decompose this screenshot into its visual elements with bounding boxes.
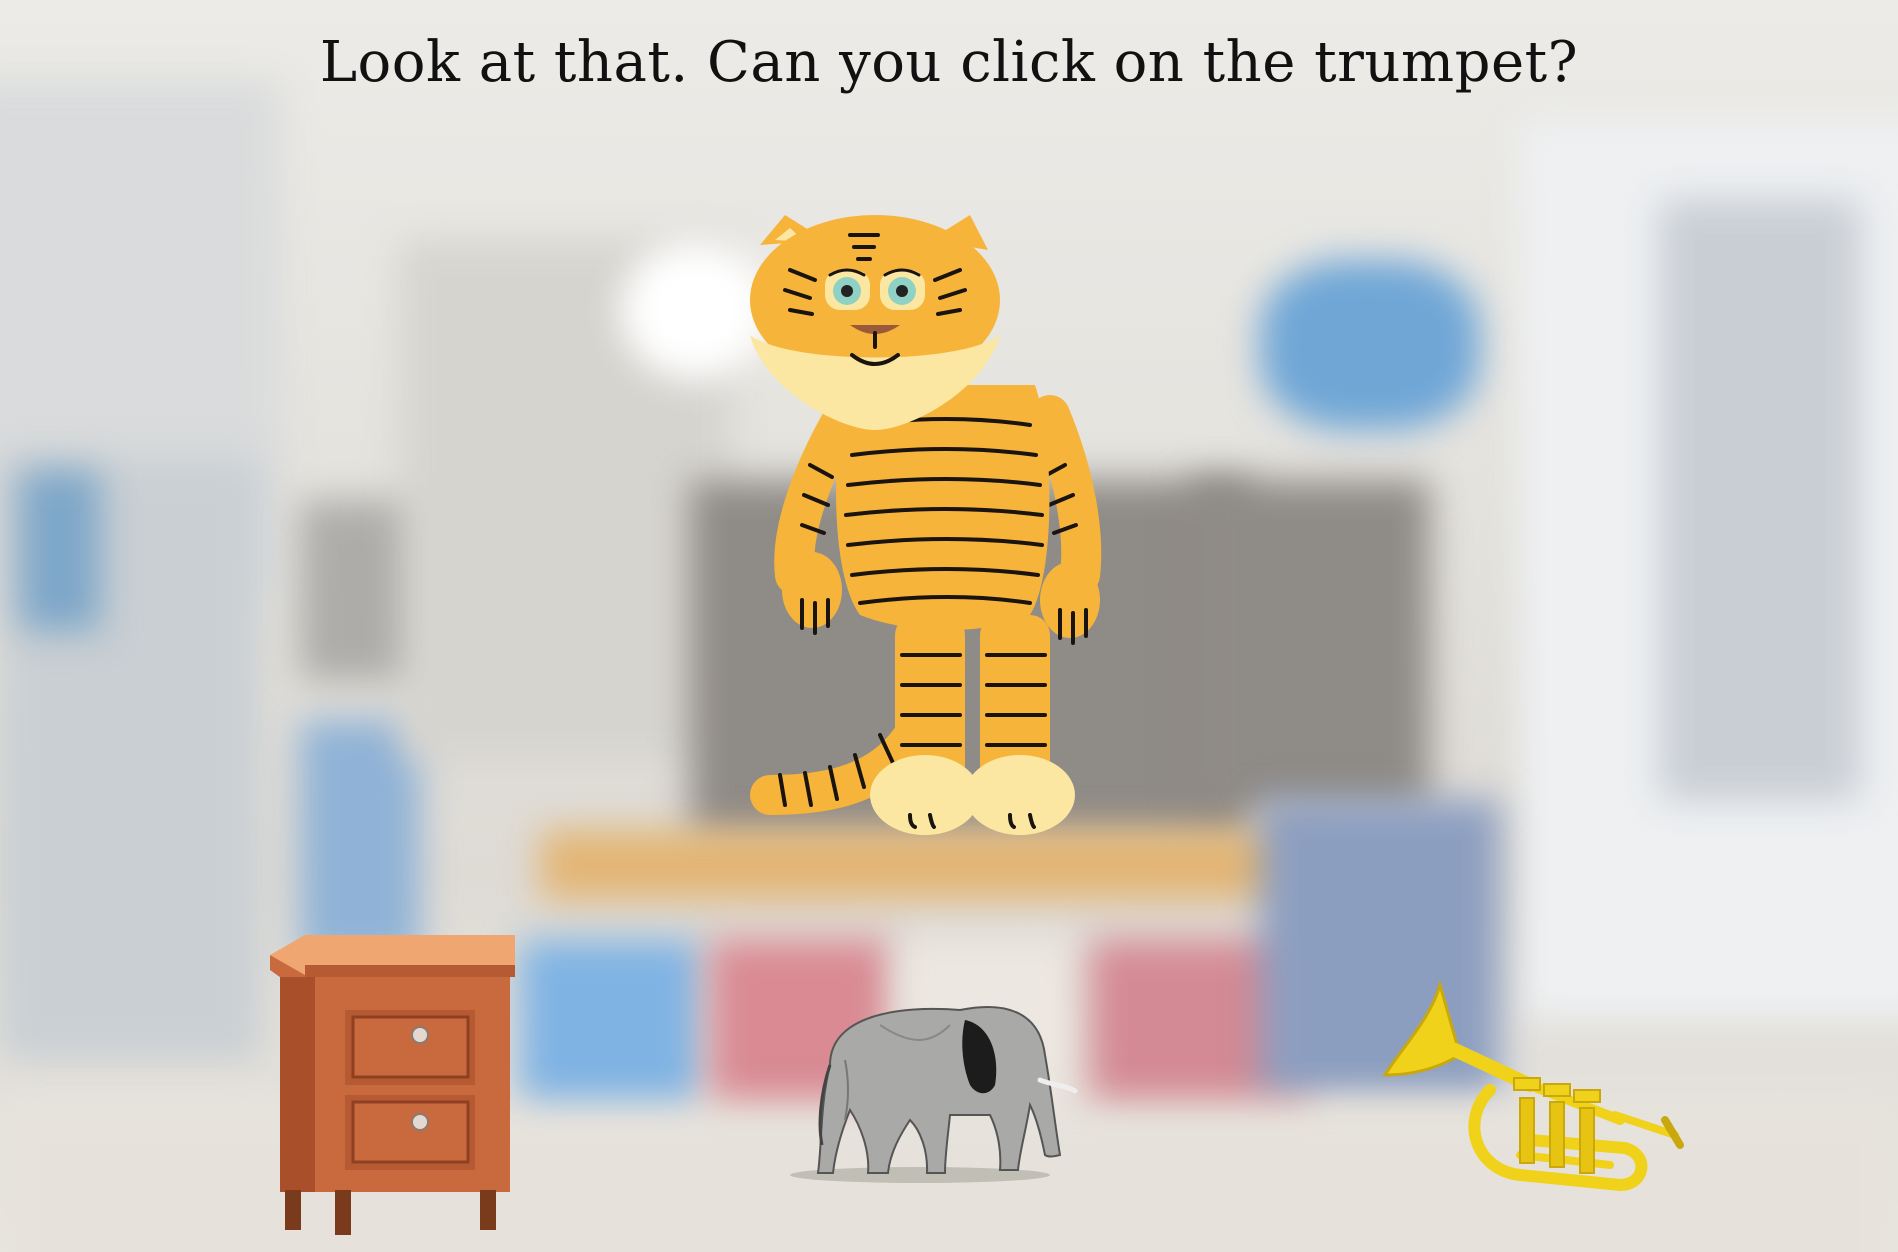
tiger-icon bbox=[750, 215, 1102, 835]
instruction-prompt: Look at that. Can you click on the trump… bbox=[319, 30, 1579, 95]
trumpet-icon bbox=[1382, 979, 1684, 1192]
elephant-icon bbox=[790, 1006, 1078, 1183]
tiger-character[interactable] bbox=[730, 215, 1130, 835]
nightstand-icon bbox=[270, 935, 515, 1235]
nightstand[interactable] bbox=[265, 935, 520, 1235]
elephant[interactable] bbox=[790, 985, 1090, 1185]
trumpet[interactable] bbox=[1380, 979, 1684, 1195]
